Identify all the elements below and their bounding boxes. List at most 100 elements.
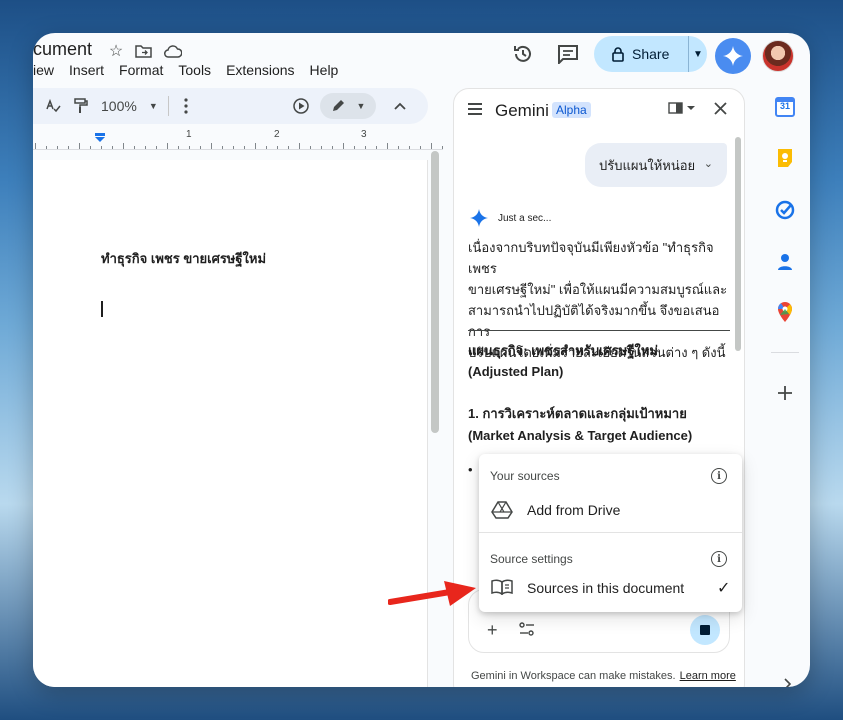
ruler-tick: [211, 143, 212, 149]
tasks-icon[interactable]: [774, 199, 796, 221]
section-heading-en: (Market Analysis & Target Audience): [468, 428, 693, 443]
ruler-tick: [255, 143, 256, 149]
ruler-tick: [90, 146, 91, 149]
document-title[interactable]: cument: [33, 39, 92, 60]
document-heading[interactable]: ทำธุรกิจ เพชร ขายเศรษฐีใหม่: [101, 248, 266, 269]
gemini-edit-icon[interactable]: [291, 88, 311, 124]
menu-format[interactable]: Format: [119, 62, 163, 78]
gemini-sparkle-icon: [723, 46, 743, 66]
ruler-tick: [409, 146, 410, 149]
calendar-icon[interactable]: 31: [774, 96, 796, 118]
expand-rail-icon[interactable]: [777, 673, 799, 687]
share-dropdown-icon[interactable]: ▼: [689, 49, 707, 60]
document-scrollbar[interactable]: [431, 151, 439, 433]
ruler-tick: [277, 146, 278, 149]
tune-icon[interactable]: [519, 622, 535, 636]
disclaimer-text: Gemini in Workspace can make mistakes.: [471, 670, 676, 682]
alpha-badge: Alpha: [552, 102, 591, 118]
paint-format-icon[interactable]: [71, 88, 91, 124]
menu-icon[interactable]: [468, 103, 482, 118]
learn-more-link[interactable]: Learn more: [680, 670, 736, 682]
checkmark-icon: ✓: [717, 580, 731, 597]
share-button[interactable]: Share ▼: [594, 36, 707, 72]
panel-layout-icon[interactable]: [668, 101, 696, 118]
annotation-arrow-icon: [388, 581, 476, 606]
plan-title-th: แผนธุรกิจ: เพชรสำหรับเศรษฐีใหม่: [468, 343, 658, 358]
text-cursor: [101, 301, 103, 317]
zoom-value: 100%: [101, 98, 137, 114]
editing-mode-button[interactable]: ▼: [320, 93, 376, 119]
comments-icon[interactable]: [557, 44, 579, 69]
rail-divider: [771, 352, 799, 353]
mode-dropdown-icon: ▼: [356, 101, 366, 111]
indent-marker-icon[interactable]: [94, 133, 106, 143]
pencil-icon: [332, 100, 344, 111]
ruler-tick: [365, 146, 366, 149]
add-from-drive-item[interactable]: Add from Drive: [479, 493, 742, 527]
zoom-dropdown-icon: ▼: [148, 101, 158, 111]
stop-icon: [700, 625, 710, 635]
ruler-tick: [112, 146, 113, 149]
add-icon[interactable]: +: [487, 620, 498, 641]
collapse-menus-icon[interactable]: [390, 88, 410, 124]
ruler-tick: [134, 146, 135, 149]
ruler-tick: [46, 146, 47, 149]
gemini-scrollbar[interactable]: [735, 137, 741, 351]
drive-icon: [491, 501, 513, 519]
info-icon[interactable]: i: [711, 551, 727, 567]
document-page[interactable]: ทำธุรกิจ เพชร ขายเศรษฐีใหม่: [33, 160, 428, 687]
ruler-tick: [387, 143, 388, 149]
formatting-toolbar: 100% ▼ ▼: [33, 88, 428, 124]
user-prompt-text: ปรับแผนให้หน่อย: [599, 157, 696, 173]
response-line: เนื่องจากบริบทปัจจุบันมีเพียงหัวข้อ "ทำธ…: [468, 240, 714, 276]
ruler-tick: [79, 143, 80, 149]
response-line: สามารถนำไปปฏิบัติได้จริงมากขึ้น จึงขอเสน…: [468, 303, 720, 339]
ruler-tick: [178, 146, 179, 149]
info-icon[interactable]: i: [711, 468, 727, 484]
gemini-title: Gemini: [495, 101, 549, 120]
stop-button[interactable]: [690, 615, 720, 645]
gemini-sparkle-icon: [470, 209, 488, 227]
add-app-icon[interactable]: [774, 382, 796, 404]
chevron-down-icon[interactable]: ⌄: [704, 157, 713, 170]
book-icon: [491, 579, 513, 595]
ruler-tick: [101, 146, 102, 149]
gemini-button[interactable]: [715, 38, 751, 74]
ruler-tick: [310, 146, 311, 149]
menu-extensions[interactable]: Extensions: [226, 62, 294, 78]
ruler-tick: [68, 146, 69, 149]
calendar-day: 31: [779, 101, 790, 111]
move-folder-icon[interactable]: [133, 41, 153, 61]
menu-help[interactable]: Help: [310, 62, 339, 78]
ruler-tick: [222, 146, 223, 149]
menu-tools[interactable]: Tools: [178, 62, 211, 78]
disclaimer: Gemini in Workspace can make mistakes. Le…: [471, 670, 736, 682]
contacts-icon[interactable]: [774, 251, 796, 273]
ruler-tick: [35, 143, 36, 149]
ruler-tick: [288, 146, 289, 149]
sources-in-document-item[interactable]: Sources in this document ✓: [479, 571, 742, 605]
menu-view[interactable]: iew: [33, 62, 54, 78]
user-prompt-bubble[interactable]: ปรับแผนให้หน่อย ⌄: [585, 143, 727, 187]
add-from-drive-label: Add from Drive: [527, 502, 621, 518]
close-icon[interactable]: [714, 102, 727, 118]
maps-icon[interactable]: [774, 301, 796, 323]
keep-icon[interactable]: [774, 147, 796, 169]
response-divider: [468, 330, 730, 331]
toolbar-divider: [168, 96, 169, 116]
zoom-select[interactable]: 100% ▼: [101, 88, 161, 124]
ruler-tick: [332, 146, 333, 149]
cloud-status-icon[interactable]: [163, 41, 183, 61]
spellcheck-icon[interactable]: [43, 88, 63, 124]
source-settings-heading: Source settings: [490, 552, 573, 566]
avatar[interactable]: [762, 40, 794, 72]
gemini-header: Gemini Alpha: [454, 89, 744, 133]
star-icon[interactable]: ☆: [106, 41, 126, 61]
section-heading-th: 1. การวิเคราะห์ตลาดและกลุ่มเป้าหมาย: [468, 406, 687, 421]
more-options-icon[interactable]: [177, 88, 195, 124]
ruler[interactable]: 1 2 3: [33, 129, 443, 150]
history-icon[interactable]: [512, 43, 534, 70]
plan-title-en: (Adjusted Plan): [468, 364, 564, 379]
ruler-tick: [167, 143, 168, 149]
menu-insert[interactable]: Insert: [69, 62, 104, 78]
